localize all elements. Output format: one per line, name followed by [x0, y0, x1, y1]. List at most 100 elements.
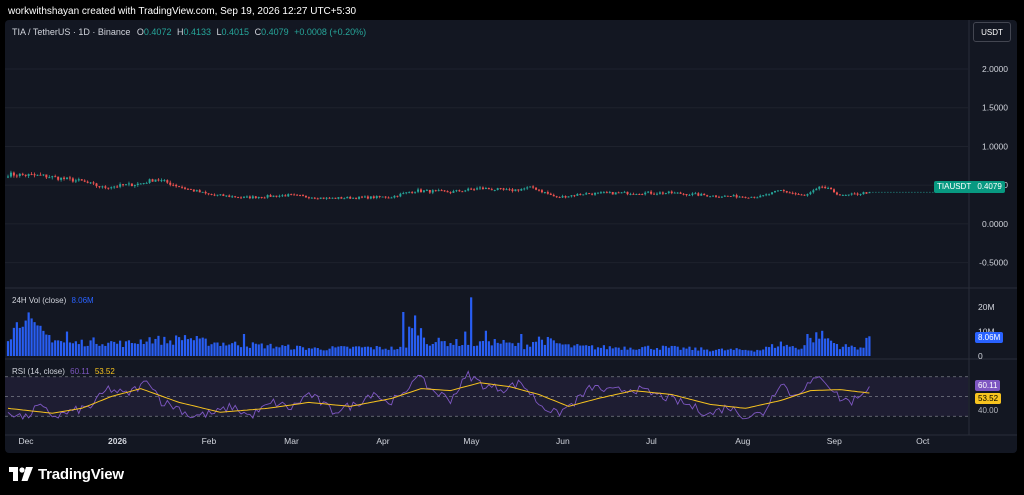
time-axis-label: 2026	[108, 436, 127, 446]
candle-body	[538, 189, 540, 191]
volume-bar	[275, 346, 278, 356]
candle-body	[393, 195, 396, 198]
volume-axis-label: 0	[978, 351, 983, 361]
chart-canvas[interactable]: 2.00001.50001.00000.50000.0000-0.500020M…	[5, 20, 1017, 453]
volume-bar	[86, 345, 89, 356]
volume-bar	[473, 346, 476, 356]
brand-name: TradingView	[38, 465, 124, 483]
volume-bar	[301, 347, 305, 356]
candle-body	[594, 192, 597, 195]
volume-bar	[425, 344, 428, 356]
volume-bar	[260, 343, 263, 356]
volume-bar	[661, 345, 664, 356]
candle-body	[337, 197, 340, 199]
volume-bar	[237, 345, 240, 356]
candle-body	[827, 187, 830, 189]
volume-bar	[92, 337, 95, 356]
candle-body	[260, 197, 263, 198]
candle-body	[735, 195, 738, 198]
candle-body	[818, 186, 821, 189]
candle-body	[558, 196, 561, 198]
tradingview-logo[interactable]: TradingView	[9, 464, 124, 484]
volume-bar	[726, 349, 729, 356]
candle-body	[80, 179, 83, 181]
candle-body	[237, 197, 240, 199]
volume-bar	[352, 346, 355, 356]
volume-bar	[806, 334, 809, 356]
candle-body	[511, 189, 514, 192]
currency-button[interactable]: USDT	[973, 22, 1011, 42]
volume-bar	[399, 346, 402, 356]
price-tag-symbol: TIAUSDT	[937, 182, 972, 191]
candle-body	[782, 190, 785, 192]
volume-bar	[762, 349, 765, 356]
volume-legend-label[interactable]: 24H Vol (close)	[12, 296, 66, 305]
candle-body	[293, 194, 296, 196]
symbol-title[interactable]: TIA / TetherUS · 1D · Binance	[12, 27, 130, 37]
volume-bar	[800, 348, 803, 356]
candle-body	[60, 177, 63, 180]
volume-bar	[773, 347, 777, 356]
volume-bar	[272, 348, 275, 356]
candle-body	[225, 195, 228, 197]
volume-bar	[635, 349, 638, 356]
volume-bar	[139, 339, 142, 356]
volume-bar	[133, 343, 136, 356]
volume-bar	[832, 343, 836, 356]
candle-body	[266, 195, 269, 198]
rsi-value-tag: 60.11	[975, 380, 1001, 391]
volume-bar	[42, 330, 45, 356]
candle-body	[133, 185, 136, 187]
candle-body	[638, 194, 641, 195]
candle-body	[425, 189, 428, 191]
volume-bar	[561, 344, 564, 356]
candle-body	[833, 189, 835, 193]
volume-bar	[287, 344, 290, 356]
volume-bar	[325, 350, 328, 356]
volume-bar	[393, 349, 396, 356]
volume-bar	[647, 345, 650, 356]
candle-body	[585, 193, 588, 195]
volume-bar	[452, 344, 455, 356]
volume-bar	[706, 349, 709, 356]
volume-bar	[502, 339, 505, 356]
candle-body	[794, 193, 797, 195]
candle-body	[160, 180, 163, 182]
volume-bar	[95, 343, 98, 356]
candle-body	[163, 180, 166, 182]
candle-body	[756, 197, 759, 199]
candle-body	[30, 174, 33, 176]
candle-body	[706, 195, 709, 197]
volume-bar	[685, 348, 688, 356]
candle-body	[316, 198, 319, 200]
volume-bar	[119, 340, 122, 356]
volume-bar	[650, 348, 653, 356]
candle-body	[417, 189, 420, 192]
candle-body	[363, 196, 366, 198]
candle-body	[399, 193, 402, 197]
volume-bar	[104, 345, 107, 356]
candle-body	[21, 173, 24, 175]
volume-bar	[307, 348, 310, 356]
candle-body	[189, 188, 192, 190]
candle-body	[195, 190, 198, 192]
candle-body	[632, 193, 635, 195]
candle-body	[420, 189, 422, 192]
candle-body	[741, 196, 744, 198]
candle-body	[620, 192, 623, 194]
volume-bar	[216, 342, 219, 356]
volume-bar	[812, 342, 815, 356]
volume-bar	[868, 336, 871, 356]
volume-bar	[591, 345, 594, 356]
candle-body	[473, 189, 476, 191]
volume-bar	[12, 327, 15, 356]
candle-body	[207, 193, 210, 195]
rsi-legend-label[interactable]: RSI (14, close)	[12, 367, 65, 376]
volume-bar	[723, 350, 726, 356]
chart-panel[interactable]: 2.00001.50001.00000.50000.0000-0.500020M…	[5, 20, 1017, 453]
candle-body	[841, 195, 844, 196]
candle-body	[33, 174, 36, 176]
volume-bar	[803, 345, 806, 356]
volume-bar	[529, 346, 532, 356]
candle-body	[653, 193, 656, 195]
